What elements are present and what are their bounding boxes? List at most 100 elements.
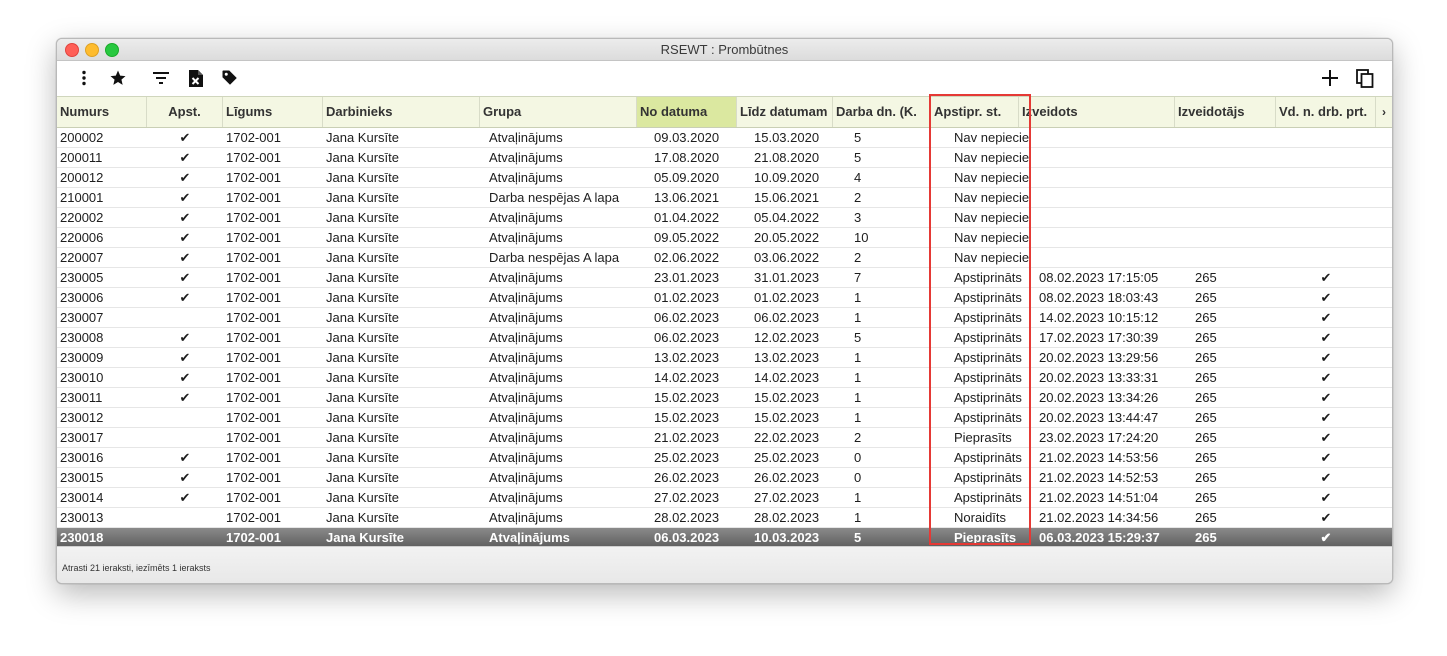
cell-apst: ✔ <box>179 470 191 485</box>
table-row[interactable]: 230012 1702-001 Jana Kursīte Atvaļinājums 15… <box>57 408 1392 428</box>
cell-darba-dn: 3 <box>854 210 862 225</box>
cell-grupa: Atvaļinājums <box>489 210 563 225</box>
table-row[interactable]: 220006 ✔ 1702-001 Jana Kursīte Atvaļinājums 0… <box>57 228 1392 248</box>
column-header-grupa[interactable]: Grupa <box>480 97 637 127</box>
table-row[interactable]: 230008 ✔ 1702-001 Jana Kursīte Atvaļinājums 0… <box>57 328 1392 348</box>
cell-numurs: 200011 <box>60 150 103 165</box>
cell-darba-dn: 4 <box>854 170 862 185</box>
cell-lidz-datumam: 14.02.2023 <box>754 370 820 385</box>
add-icon[interactable] <box>1319 67 1341 89</box>
table-row[interactable]: 230011 ✔ 1702-001 Jana Kursīte Atvaļinājums 1… <box>57 388 1392 408</box>
table-row[interactable]: 220002 ✔ 1702-001 Jana Kursīte Atvaļinājums 0… <box>57 208 1392 228</box>
cell-izveidots <box>1039 148 1175 168</box>
cell-darbinieks: Jana Kursīte <box>326 310 399 325</box>
more-vertical-icon[interactable] <box>73 67 95 89</box>
column-header-apst[interactable]: Apst. <box>147 97 223 127</box>
column-header-vd-n-drb-prt[interactable]: Vd. n. drb. prt. <box>1276 97 1376 127</box>
cell-izveidots: 20.02.2023 13:44:47 <box>1039 410 1159 425</box>
star-icon[interactable] <box>107 67 129 89</box>
table-row[interactable]: 230007 1702-001 Jana Kursīte Atvaļinājums 06… <box>57 308 1392 328</box>
cell-izveidotajs: 265 <box>1195 510 1217 525</box>
cell-apstipr-st: Apstiprināts <box>954 330 1022 345</box>
cell-izveidotajs: 265 <box>1195 410 1217 425</box>
table-row[interactable]: 230013 1702-001 Jana Kursīte Atvaļinājums 28… <box>57 508 1392 528</box>
cell-lidz-datumam: 03.06.2022 <box>754 250 820 265</box>
cell-lidz-datumam: 25.02.2023 <box>754 450 820 465</box>
table-row[interactable]: 200002 ✔ 1702-001 Jana Kursīte Atvaļinājums 0… <box>57 128 1392 148</box>
table-row[interactable]: 230014 ✔ 1702-001 Jana Kursīte Atvaļinājums 2… <box>57 488 1392 508</box>
title-bar: RSEWT : Prombūtnes <box>57 39 1392 61</box>
cell-lidz-datumam: 15.06.2021 <box>754 190 820 205</box>
column-header-izveidots[interactable]: Izveidots <box>1019 97 1175 127</box>
cell-darbinieks: Jana Kursīte <box>326 450 399 465</box>
table-row[interactable]: 230017 1702-001 Jana Kursīte Atvaļinājums 21… <box>57 428 1392 448</box>
table-row[interactable]: 230006 ✔ 1702-001 Jana Kursīte Atvaļinājums 0… <box>57 288 1392 308</box>
table-row[interactable]: 230009 ✔ 1702-001 Jana Kursīte Atvaļinājums 1… <box>57 348 1392 368</box>
column-header-izveidotajs[interactable]: Izveidotājs <box>1175 97 1276 127</box>
tag-icon[interactable] <box>219 67 241 89</box>
table-row[interactable]: 230015 ✔ 1702-001 Jana Kursīte Atvaļinājums 2… <box>57 468 1392 488</box>
cell-ligums: 1702-001 <box>226 450 281 465</box>
cell-darbinieks: Jana Kursīte <box>326 210 399 225</box>
cell-apst: ✔ <box>179 390 191 405</box>
cell-darba-dn: 5 <box>854 130 862 145</box>
table-row[interactable]: 210001 ✔ 1702-001 Jana Kursīte Darba nespēja… <box>57 188 1392 208</box>
excel-export-icon[interactable] <box>185 67 207 89</box>
cell-numurs: 230011 <box>60 390 103 405</box>
cell-izveidotajs <box>1195 208 1275 228</box>
cell-darbinieks: Jana Kursīte <box>326 190 399 205</box>
table-row[interactable]: 200012 ✔ 1702-001 Jana Kursīte Atvaļinājums 0… <box>57 168 1392 188</box>
cell-darbinieks: Jana Kursīte <box>326 250 399 265</box>
table-row[interactable]: 230016 ✔ 1702-001 Jana Kursīte Atvaļinājums 2… <box>57 448 1392 468</box>
cell-vd-n-drb-prt <box>1276 188 1376 208</box>
cell-vd-n-drb-prt: ✔ <box>1320 510 1332 525</box>
table-row[interactable]: 230010 ✔ 1702-001 Jana Kursīte Atvaļinājums 1… <box>57 368 1392 388</box>
toolbar <box>57 61 1392 95</box>
table-row[interactable]: 220007 ✔ 1702-001 Jana Kursīte Darba nespēja… <box>57 248 1392 268</box>
table-row[interactable]: 200011 ✔ 1702-001 Jana Kursīte Atvaļinājums 1… <box>57 148 1392 168</box>
copy-icon[interactable] <box>1354 67 1376 89</box>
cell-darba-dn: 5 <box>854 330 862 345</box>
table-row[interactable]: 230005 ✔ 1702-001 Jana Kursīte Atvaļinājums 2… <box>57 268 1392 288</box>
cell-vd-n-drb-prt: ✔ <box>1320 330 1332 345</box>
cell-no-datuma: 15.02.2023 <box>654 390 720 405</box>
cell-apstipr-st: Apstiprināts <box>954 490 1022 505</box>
cell-grupa: Atvaļinājums <box>489 310 563 325</box>
cell-izveidotajs: 265 <box>1195 270 1217 285</box>
table-row-selected[interactable]: 230018 1702-001 Jana Kursīte Atvaļinājums 06… <box>57 528 1392 548</box>
cell-lidz-datumam: 28.02.2023 <box>754 510 820 525</box>
cell-vd-n-drb-prt: ✔ <box>1320 310 1332 325</box>
table-header: Numurs Apst. Līgums Darbinieks Grupa No datum… <box>57 96 1392 128</box>
cell-apstipr-st: Apstiprināts <box>954 450 1022 465</box>
cell-izveidotajs <box>1195 248 1275 268</box>
cell-apstipr-st: Nav nepiecieš <box>954 210 1030 225</box>
column-header-darbinieks[interactable]: Darbinieks <box>323 97 480 127</box>
column-header-apstipr-st[interactable]: Apstipr. st. <box>931 97 1019 127</box>
cell-apst: ✔ <box>179 230 191 245</box>
column-header-darba-dn[interactable]: Darba dn. (K. <box>833 97 931 127</box>
cell-izveidotajs <box>1195 148 1275 168</box>
cell-izveidots: 14.02.2023 10:15:12 <box>1039 310 1159 325</box>
filter-icon[interactable] <box>150 67 172 89</box>
cell-izveidotajs: 265 <box>1195 470 1217 485</box>
cell-ligums: 1702-001 <box>226 510 281 525</box>
cell-no-datuma: 01.02.2023 <box>654 290 720 305</box>
column-header-lidz-datumam[interactable]: Līdz datumam <box>737 97 833 127</box>
column-header-no-datuma[interactable]: No datuma <box>637 97 737 127</box>
cell-numurs: 230018 <box>60 530 104 545</box>
cell-apst: ✔ <box>179 450 191 465</box>
cell-lidz-datumam: 13.02.2023 <box>754 350 820 365</box>
cell-grupa: Atvaļinājums <box>489 130 563 145</box>
column-header-ligums[interactable]: Līgums <box>223 97 323 127</box>
cell-apstipr-st: Apstiprināts <box>954 470 1022 485</box>
cell-no-datuma: 02.06.2022 <box>654 250 720 265</box>
cell-apstipr-st: Pieprasīts <box>954 430 1012 445</box>
cell-apstipr-st: Nav nepiecieš <box>954 190 1030 205</box>
scroll-right-icon[interactable]: › <box>1376 97 1392 127</box>
column-header-numurs[interactable]: Numurs <box>57 97 147 127</box>
cell-lidz-datumam: 06.02.2023 <box>754 310 820 325</box>
cell-apstipr-st: Apstiprināts <box>954 350 1022 365</box>
cell-darba-dn: 1 <box>854 490 862 505</box>
cell-numurs: 230012 <box>60 410 104 425</box>
cell-darba-dn: 1 <box>854 310 862 325</box>
